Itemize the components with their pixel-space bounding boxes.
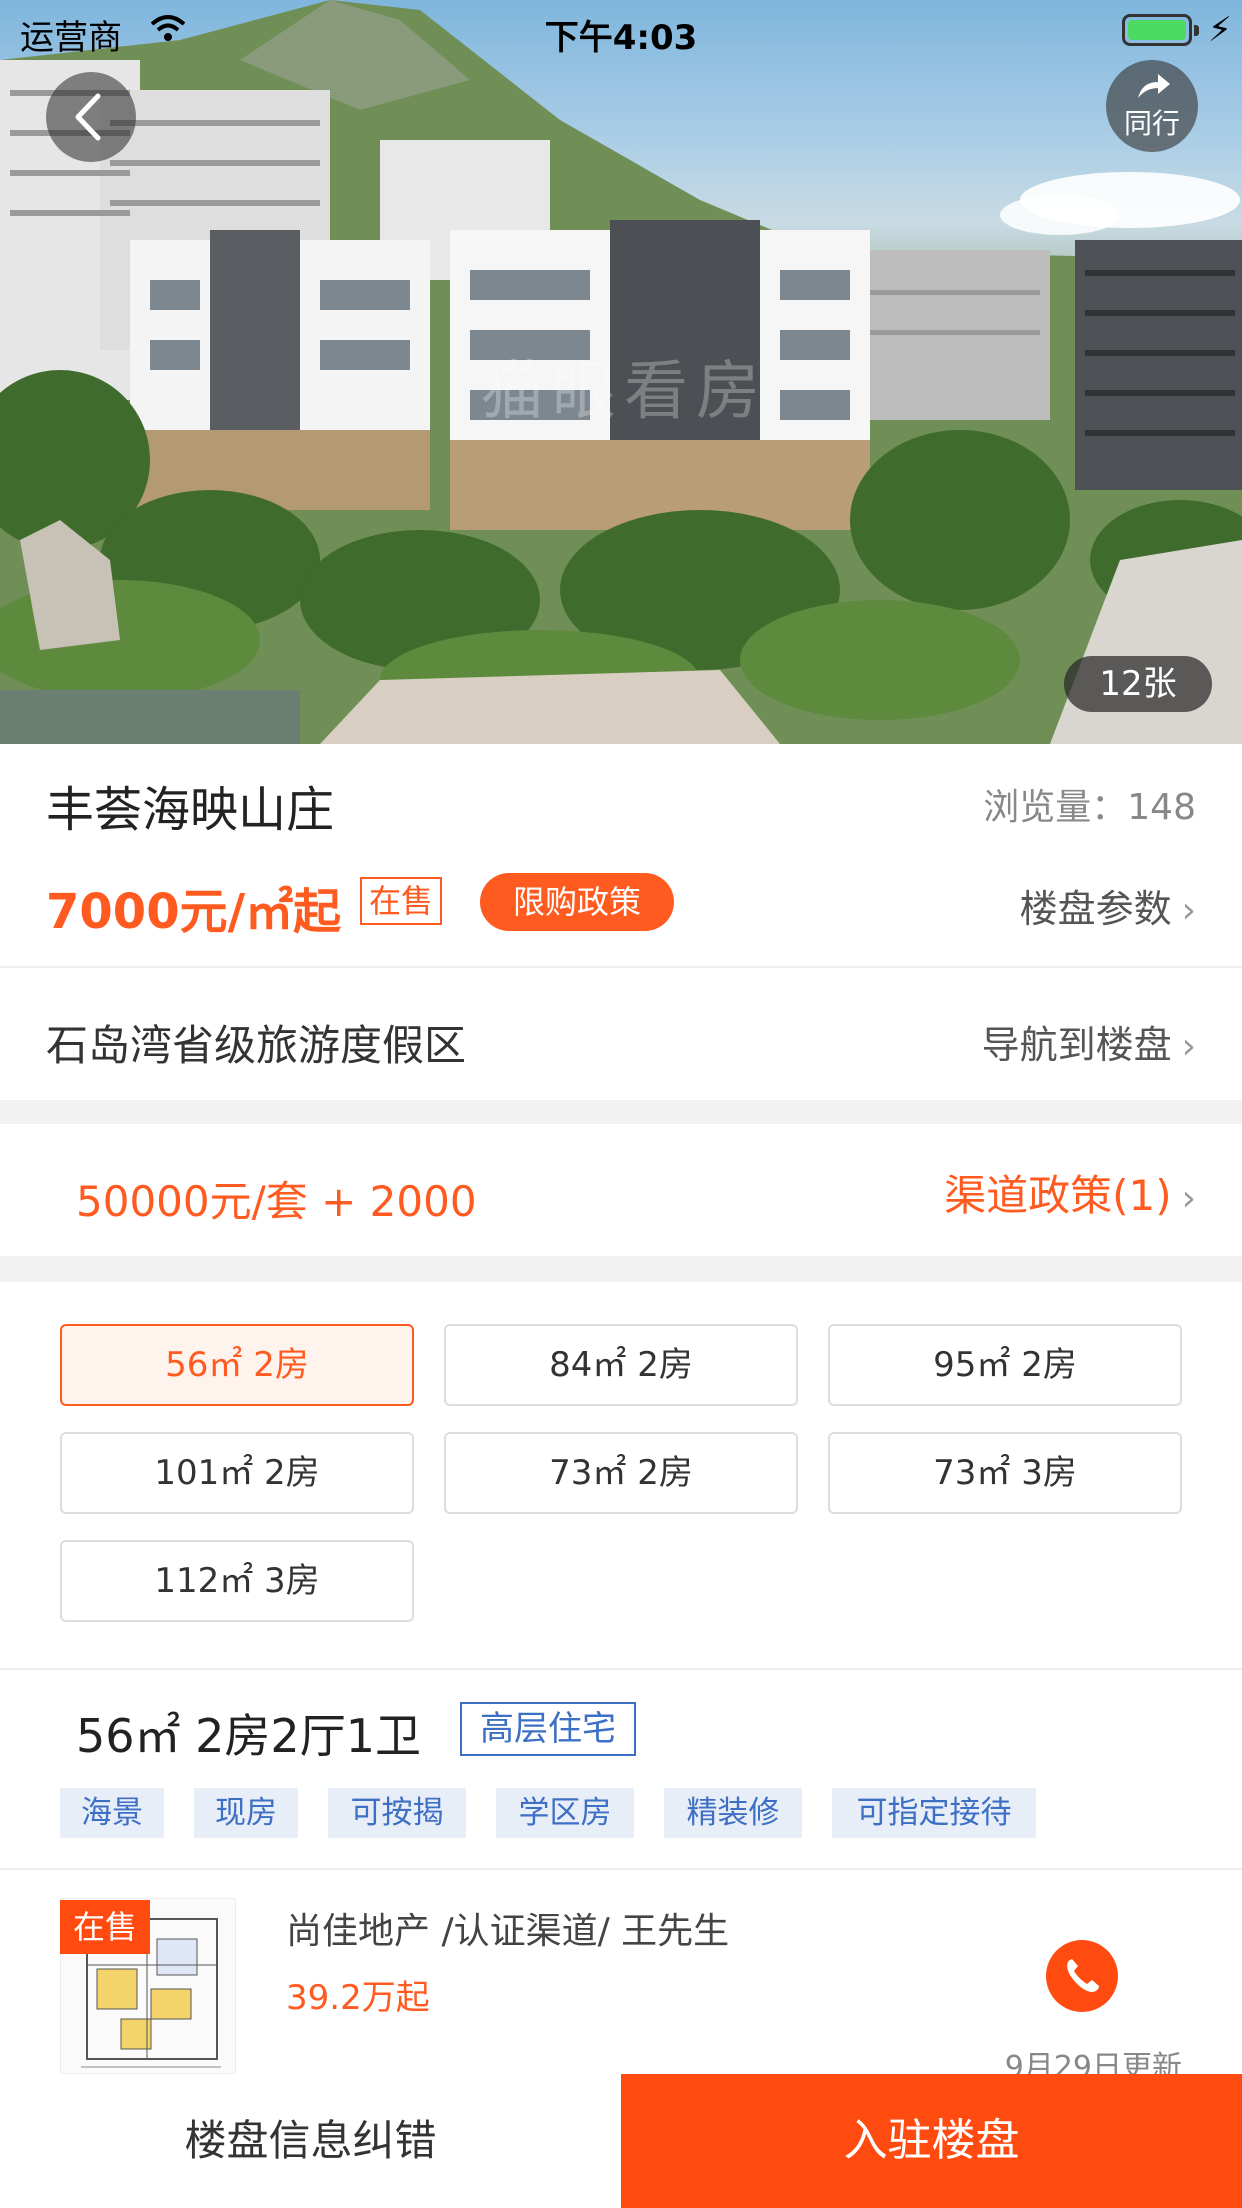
unit-chip[interactable]: 73㎡ 3房 [828, 1432, 1182, 1514]
navigate-link[interactable]: 导航到楼盘 › [982, 1014, 1196, 1069]
divider [0, 966, 1242, 968]
report-error-button[interactable]: 楼盘信息纠错 [0, 2074, 621, 2208]
feature-tag: 现房 [194, 1788, 298, 1838]
join-project-button[interactable]: 入驻楼盘 [621, 2074, 1242, 2208]
photo-count-badge[interactable]: 12张 [1064, 656, 1212, 712]
divider [0, 1868, 1242, 1870]
feature-tag: 精装修 [664, 1788, 802, 1838]
status-bar: 运营商 下午4:03 ⚡ [0, 0, 1242, 60]
project-address: 石岛湾省级旅游度假区 [46, 1021, 467, 1070]
view-count: 浏览量：148 [983, 778, 1196, 830]
purchase-policy-button[interactable]: 限购政策 [480, 873, 674, 931]
clock: 下午4:03 [544, 18, 698, 58]
unit-chip[interactable]: 101㎡ 2房 [60, 1432, 414, 1514]
divider [0, 1668, 1242, 1670]
share-label: 同行 [1123, 107, 1180, 140]
chevron-right-icon: › [1181, 1026, 1196, 1067]
navigate-label: 导航到楼盘 [981, 1023, 1172, 1067]
feature-tag: 可指定接待 [832, 1788, 1036, 1838]
chevron-left-icon [75, 93, 101, 141]
charging-icon: ⚡ [1208, 10, 1232, 50]
section-gap [0, 1100, 1242, 1124]
hero-photo[interactable]: 猫眼看房 运营商 下午4:03 ⚡ 同行 12张 [0, 0, 1242, 744]
unit-chip[interactable]: 95㎡ 2房 [828, 1324, 1182, 1406]
building-type-tag: 高层住宅 [460, 1702, 636, 1756]
channel-policy-label: 渠道政策(1) [944, 1171, 1172, 1220]
chevron-right-icon: › [1181, 890, 1196, 931]
listing-price: 39.2万起 [286, 1978, 430, 2018]
unit-chip[interactable]: 112㎡ 3房 [60, 1540, 414, 1622]
unit-title: 56㎡ 2房2厅1卫 [76, 1709, 421, 1763]
feature-tag: 海景 [60, 1788, 164, 1838]
call-button[interactable] [1046, 1940, 1118, 2012]
channel-policy-link[interactable]: 渠道政策(1) › [944, 1162, 1196, 1223]
share-button[interactable]: 同行 [1106, 60, 1198, 152]
project-name: 丰荟海映山庄 [46, 782, 335, 838]
watermark: 猫眼看房 [480, 355, 768, 429]
project-params-link[interactable]: 楼盘参数 › [1020, 878, 1196, 933]
unit-chip[interactable]: 73㎡ 2房 [444, 1432, 798, 1514]
phone-icon [1067, 1959, 1099, 1992]
price: 7000元/㎡起 [46, 884, 342, 940]
unit-chip[interactable]: 56㎡ 2房 [60, 1324, 414, 1406]
agent-name: 尚佳地产 /认证渠道/ 王先生 [286, 1911, 730, 1952]
unit-chip[interactable]: 84㎡ 2房 [444, 1324, 798, 1406]
feature-tag: 学区房 [496, 1788, 634, 1838]
sale-status-tag: 在售 [360, 877, 442, 925]
section-gap [0, 1256, 1242, 1282]
listing-status-tag: 在售 [60, 1900, 150, 1954]
commission-text: 50000元/套 + 2000 [76, 1177, 477, 1226]
project-params-label: 楼盘参数 [1019, 887, 1172, 931]
back-button[interactable] [46, 72, 136, 162]
battery-icon [1122, 14, 1199, 46]
view-count-label: 浏览量： [983, 787, 1128, 828]
feature-tag: 可按揭 [328, 1788, 466, 1838]
chevron-right-icon: › [1181, 1178, 1196, 1219]
view-count-value: 148 [1127, 787, 1196, 828]
